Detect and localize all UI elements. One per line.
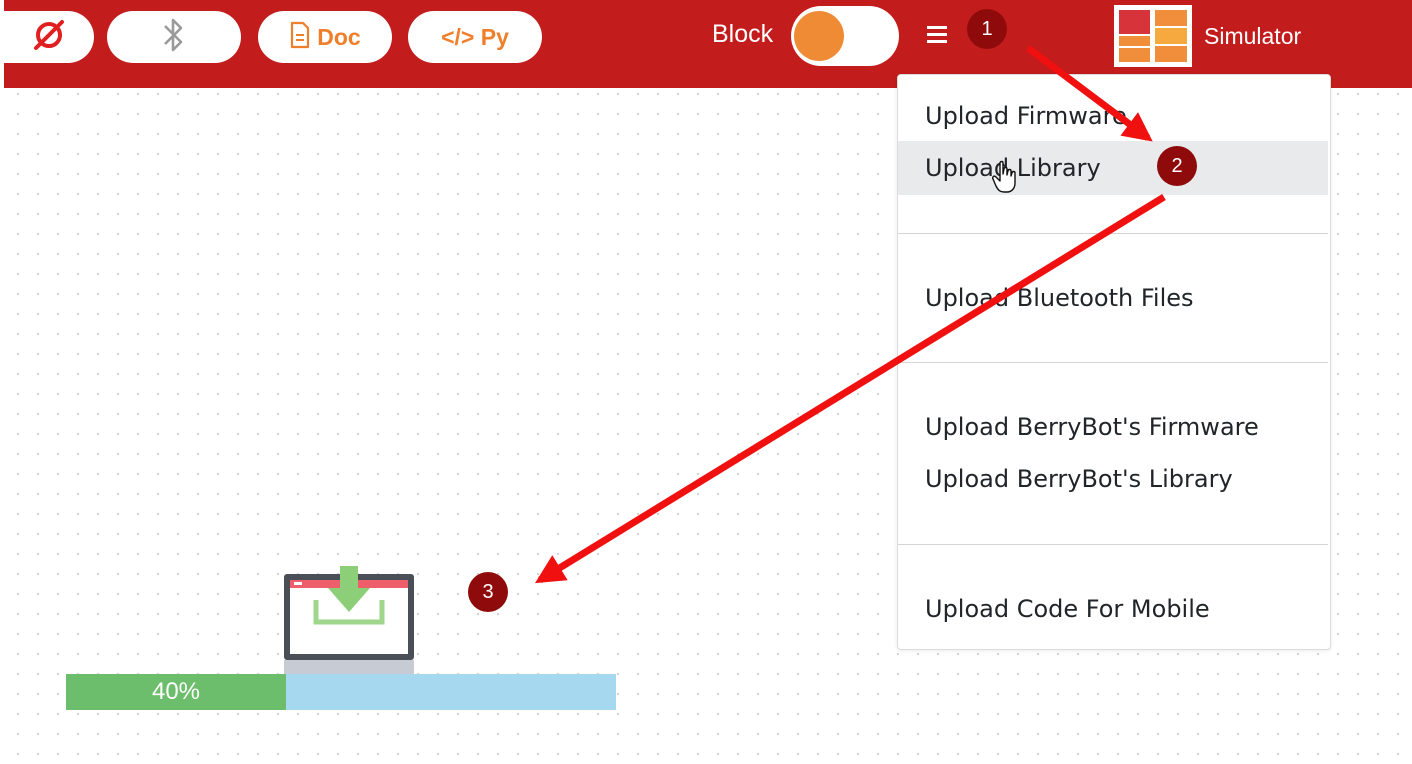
simulator-button-label[interactable]: Simulator [1204,23,1301,50]
menu-item-upload-library[interactable]: Upload Library [898,141,1328,195]
block-mode-label: Block [712,20,774,48]
progress-label: 40% [151,678,201,705]
hamburger-menu-icon[interactable] [925,22,951,48]
annotation-badge-3: 3 [468,572,508,612]
upload-dropdown-menu: Upload Firmware Upload Library Upload Bl… [897,74,1331,650]
menu-divider [898,233,1328,234]
block-mode-toggle[interactable] [791,6,899,66]
menu-item-upload-code-for-mobile[interactable]: Upload Code For Mobile [898,582,1328,636]
install-progress-bar: 40% [66,674,616,710]
progress-fill: 40% [66,674,286,710]
connect-button[interactable] [0,11,94,63]
python-button[interactable]: </> Py [408,11,542,63]
menu-item-upload-berrybot-library[interactable]: Upload BerryBot's Library [898,452,1328,506]
hand-cursor-icon [991,160,1019,194]
annotation-badge-1: 1 [967,9,1007,49]
badge-number: 3 [482,580,494,603]
disconnected-icon [32,18,66,56]
badge-number: 2 [1171,154,1183,177]
bluetooth-icon [161,15,187,59]
badge-number: 1 [981,17,993,40]
menu-item-upload-firmware[interactable]: Upload Firmware [898,89,1328,143]
download-monitor-icon [282,566,416,686]
simulator-logo-icon[interactable] [1114,5,1192,67]
document-icon [289,21,311,53]
doc-button[interactable]: Doc [258,11,392,63]
menu-divider [898,362,1328,363]
menu-item-upload-berrybot-firmware[interactable]: Upload BerryBot's Firmware [898,400,1328,454]
menu-item-upload-bluetooth-files[interactable]: Upload Bluetooth Files [898,271,1328,325]
toggle-knob [794,11,844,61]
python-button-label: </> Py [441,23,509,50]
menu-divider [898,544,1328,545]
annotation-badge-2: 2 [1157,146,1197,186]
bluetooth-button[interactable] [107,11,241,63]
doc-button-label: Doc [317,23,361,50]
